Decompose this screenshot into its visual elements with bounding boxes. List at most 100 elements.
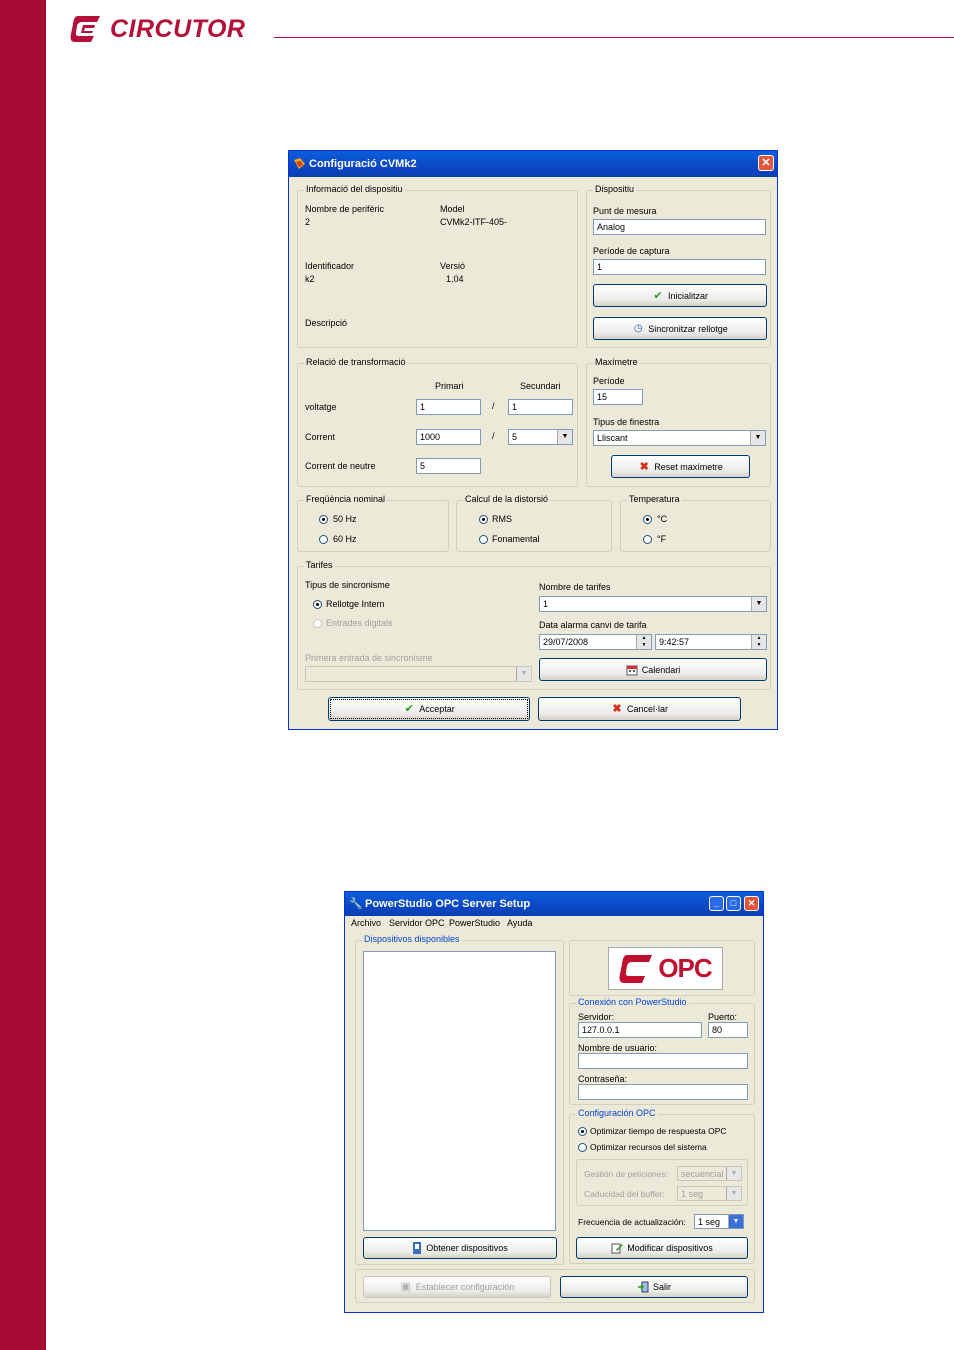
check-icon: ✔ xyxy=(404,703,414,715)
accept-button[interactable]: ✔ Acceptar xyxy=(328,697,530,721)
measure-point-input[interactable] xyxy=(593,219,766,235)
freq-60-radio[interactable] xyxy=(319,535,328,544)
reset-maximeter-button[interactable]: ✖ Reset maxímetre xyxy=(611,455,750,478)
cancel-button[interactable]: ✖ Cancel·lar xyxy=(538,697,741,721)
distortion-group: Calcul de la distorsió RMS Fonamental xyxy=(456,494,612,552)
spin-arrows-icon[interactable]: ▲ ▼ xyxy=(751,635,766,649)
server-input[interactable] xyxy=(578,1022,702,1038)
fahrenheit-label: °F xyxy=(657,534,667,544)
neutral-current-input[interactable] xyxy=(416,458,481,474)
bottom-buttons-frame: ▣ Establecer configuración Salir xyxy=(355,1269,755,1303)
dialog-title-bar[interactable]: Configuració CVMk2 ✕ xyxy=(289,151,777,177)
num-tariffs-label: Nombre de tarifes xyxy=(539,582,611,592)
voltage-primary-input[interactable] xyxy=(416,399,481,415)
requests-select[interactable]: secuencial ▼ xyxy=(677,1166,742,1181)
menu-powerstudio[interactable]: PowerStudio xyxy=(449,918,500,928)
menu-archivo[interactable]: Archivo xyxy=(351,918,381,928)
maximize-icon: □ xyxy=(730,898,737,908)
freq-60-label: 60 Hz xyxy=(333,534,357,544)
rms-radio[interactable] xyxy=(479,515,488,524)
username-input[interactable] xyxy=(578,1053,748,1069)
requests-label: Gestión de peticiones: xyxy=(584,1169,669,1179)
close-icon: ✕ xyxy=(761,157,771,169)
close-button[interactable]: ✕ xyxy=(758,155,774,171)
chevron-down-icon[interactable]: ▼ xyxy=(726,1187,741,1200)
circutor-logo: CIRCUTOR xyxy=(70,12,245,46)
exit-button[interactable]: Salir xyxy=(560,1276,748,1298)
password-input[interactable] xyxy=(578,1084,748,1100)
internal-clock-radio[interactable] xyxy=(313,600,322,609)
chevron-down-icon[interactable]: ▼ xyxy=(750,431,765,445)
chevron-down-icon[interactable]: ▼ xyxy=(557,430,572,444)
capture-period-label: Període de captura xyxy=(593,246,670,256)
get-devices-button[interactable]: Obtener dispositivos xyxy=(363,1237,557,1259)
optimize-resources-radio[interactable] xyxy=(578,1143,587,1152)
temperature-legend: Temperatura xyxy=(627,494,682,504)
calendar-button[interactable]: Calendari xyxy=(539,658,767,681)
x-icon: ✖ xyxy=(612,703,622,715)
close-icon: ✕ xyxy=(747,898,756,908)
window-type-value: Lliscant xyxy=(597,433,628,443)
version-value: 1.04 xyxy=(446,274,464,284)
update-frequency-select[interactable]: 1 seg ▼ xyxy=(694,1214,744,1229)
close-button[interactable]: ✕ xyxy=(744,896,759,911)
chevron-down-icon[interactable]: ▼ xyxy=(726,1167,741,1180)
device-icon xyxy=(413,1242,422,1254)
buffer-label: Caducidad del buffer: xyxy=(584,1189,665,1199)
opc-logo-text: OPC xyxy=(658,953,712,983)
cvmk2-config-dialog: Configuració CVMk2 ✕ Informació del disp… xyxy=(288,150,778,730)
connection-legend: Conexión con PowerStudio xyxy=(576,997,689,1007)
menu-servidor-opc[interactable]: Servidor OPC xyxy=(389,918,445,928)
devices-list[interactable] xyxy=(363,951,556,1231)
celsius-radio[interactable] xyxy=(643,515,652,524)
first-sync-input-label: Primera entrada de sincronisme xyxy=(305,653,433,663)
device-group: Dispositiu Punt de mesura Període de cap… xyxy=(586,184,771,348)
sync-clock-button[interactable]: ◷ Sincronitzar rellotge xyxy=(593,317,767,340)
freq-50-radio[interactable] xyxy=(319,515,328,524)
minimize-button[interactable]: _ xyxy=(709,896,724,911)
tariffs-group: Tarifes Tipus de sincronisme Rellotge In… xyxy=(297,560,771,690)
calendar-button-label: Calendari xyxy=(641,664,681,675)
alarm-date-label: Data alarma canvi de tarifa xyxy=(539,620,647,630)
buffer-value: 1 seg xyxy=(681,1189,704,1199)
optimize-response-radio[interactable] xyxy=(578,1127,587,1136)
current-secondary-select[interactable]: 5 ▼ xyxy=(508,429,573,445)
modify-devices-button[interactable]: Modificar dispositivos xyxy=(576,1237,748,1259)
celsius-label: °C xyxy=(657,514,668,524)
app-icon xyxy=(294,158,305,169)
maximize-button[interactable]: □ xyxy=(726,896,741,911)
chevron-down-icon[interactable]: ▼ xyxy=(751,597,766,611)
alarm-time-picker[interactable]: 9:42:57 ▲ ▼ xyxy=(655,634,767,650)
sync-type-label: Tipus de sincronisme xyxy=(305,580,390,590)
chevron-down-icon[interactable]: ▼ xyxy=(728,1215,743,1228)
digital-inputs-radio[interactable] xyxy=(313,619,322,628)
window-title-bar[interactable]: 🔧 PowerStudio OPC Server Setup _ □ ✕ xyxy=(345,892,763,916)
capture-period-input[interactable] xyxy=(593,259,766,275)
set-config-button[interactable]: ▣ Establecer configuración xyxy=(363,1276,551,1298)
username-label: Nombre de usuario: xyxy=(578,1043,658,1053)
maximeter-period-input[interactable] xyxy=(593,389,643,405)
fahrenheit-radio[interactable] xyxy=(643,535,652,544)
neutral-current-label: Corrent de neutre xyxy=(305,461,376,471)
opc-config-legend: Configuración OPC xyxy=(576,1108,658,1118)
digital-inputs-label: Entrades digitals xyxy=(326,618,393,628)
cancel-button-label: Cancel·lar xyxy=(626,704,668,714)
current-primary-input[interactable] xyxy=(416,429,481,445)
menu-ayuda[interactable]: Ayuda xyxy=(507,918,532,928)
clock-icon: ◷ xyxy=(633,322,643,334)
internal-clock-label: Rellotge Intern xyxy=(326,599,385,609)
current-secondary-value: 5 xyxy=(512,432,518,442)
alarm-date-picker[interactable]: 29/07/2008 ▲ ▼ xyxy=(539,634,652,650)
num-tariffs-select[interactable]: 1 ▼ xyxy=(539,596,767,612)
window-type-select[interactable]: Lliscant ▼ xyxy=(593,430,766,446)
spin-arrows-icon[interactable]: ▲ ▼ xyxy=(636,635,651,649)
first-sync-input-select[interactable]: ▼ xyxy=(305,666,532,682)
fundamental-radio[interactable] xyxy=(479,535,488,544)
wrench-icon: 🔧 xyxy=(349,898,363,910)
minimize-icon: _ xyxy=(713,898,719,908)
port-input[interactable] xyxy=(708,1022,748,1038)
chevron-down-icon[interactable]: ▼ xyxy=(516,667,531,681)
initialize-button[interactable]: ✔ Inicialitzar xyxy=(593,284,767,307)
buffer-select[interactable]: 1 seg ▼ xyxy=(677,1186,742,1201)
voltage-secondary-input[interactable] xyxy=(508,399,573,415)
